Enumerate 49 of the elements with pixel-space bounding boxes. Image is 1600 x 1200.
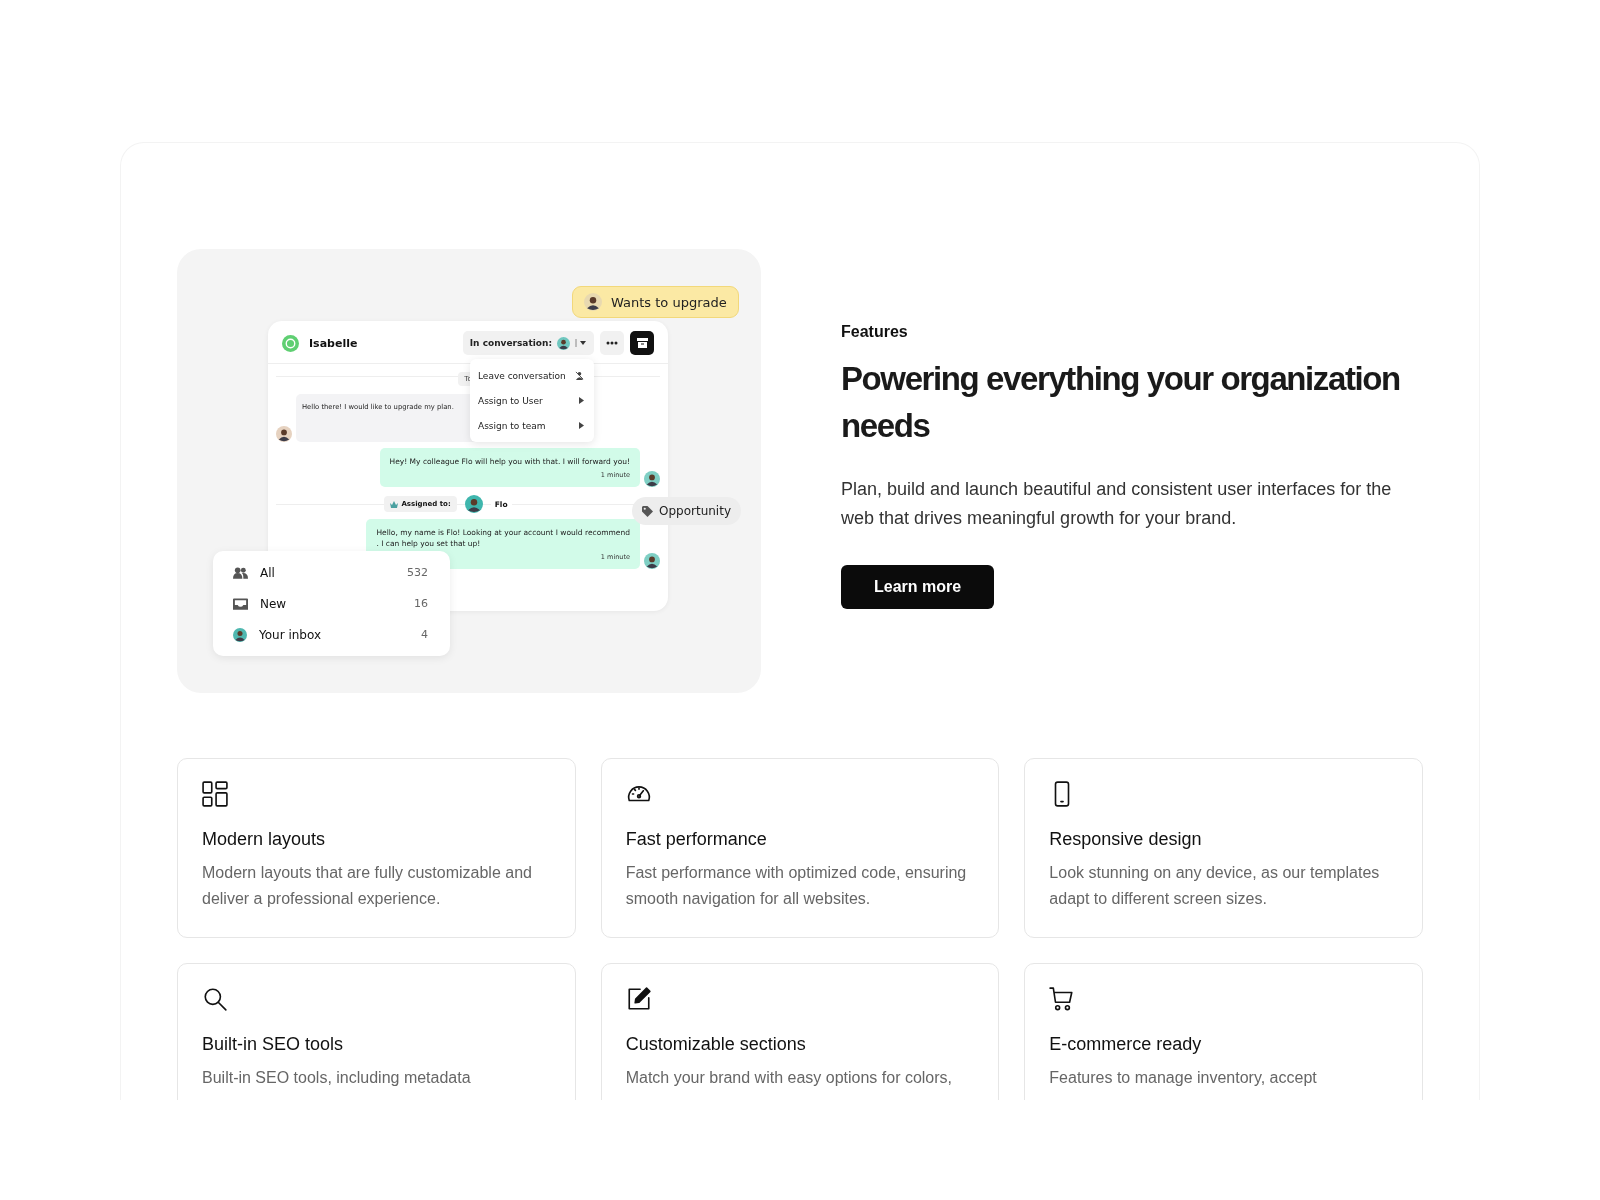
feature-title: Customizable sections: [625, 1034, 807, 1055]
avatar-icon: [584, 293, 602, 311]
cart-icon: [1049, 986, 1076, 1012]
feature-description: Built-in SEO tools, including metadata: [202, 1068, 472, 1088]
feature-title: Fast performance: [625, 829, 768, 850]
avatar-icon: [644, 553, 660, 569]
inbox-icon: [233, 597, 248, 610]
badge-label: Wants to upgrade: [611, 294, 727, 310]
avatar-icon: [276, 426, 292, 442]
feature-description: Modern layouts that are fully customizable and deliver a professional experience.: [202, 863, 533, 909]
inbox-item[interactable]: All 532: [213, 557, 450, 588]
feature-description: Features to manage inventory, accept: [1049, 1068, 1318, 1088]
feature-description: Look stunning on any device, as our templates adapt to different screen sizes.: [1049, 863, 1381, 909]
inbox-item[interactable]: New 16: [213, 588, 450, 619]
contact-name: Isabelle: [309, 336, 358, 350]
caret-icon: [575, 338, 587, 348]
feature-title: Modern layouts: [202, 829, 327, 850]
avatar-icon: [644, 471, 660, 487]
learn-more-button[interactable]: Learn more: [841, 565, 995, 609]
crown-icon: [390, 500, 399, 508]
feature-title: Built-in SEO tools: [202, 1034, 345, 1055]
archive-button[interactable]: [630, 331, 654, 355]
section-description: Plan, build and launch beautiful and consistent user interfaces for the web that drives meaningful growth for your brand.: [841, 478, 1393, 530]
chat-app-icon: [282, 334, 299, 352]
more-button[interactable]: [600, 331, 624, 355]
status-dropdown[interactable]: In conversation:: [462, 331, 594, 355]
tag-chip: Opportunity: [632, 497, 741, 525]
caret-right-icon: [579, 422, 584, 429]
section-eyebrow: Features: [841, 323, 909, 341]
feature-title: Responsive design: [1049, 829, 1203, 850]
layout-icon: [202, 781, 228, 807]
more-icon: [606, 341, 618, 345]
avatar-icon: [464, 495, 483, 513]
people-icon: [233, 566, 248, 579]
tag-icon: [642, 505, 653, 517]
person-off-icon: [575, 371, 584, 380]
search-icon: [202, 986, 228, 1012]
menu-item[interactable]: Assign to team: [470, 413, 594, 438]
menu-item[interactable]: Assign to User: [470, 388, 594, 413]
edit-icon: [625, 986, 652, 1012]
feature-description: Fast performance with optimized code, ensuring smooth navigation for all websites.: [625, 863, 968, 909]
feature-title: E-commerce ready: [1049, 1034, 1203, 1055]
feature-description: Match your brand with easy options for colors,: [625, 1068, 954, 1088]
caret-right-icon: [579, 397, 584, 404]
inbox-item[interactable]: Your inbox 4: [213, 619, 450, 650]
avatar-icon: [557, 336, 570, 350]
section-heading: Powering everything your organization needs: [841, 359, 1401, 446]
archive-icon: [636, 338, 648, 348]
avatar-icon: [233, 627, 247, 642]
